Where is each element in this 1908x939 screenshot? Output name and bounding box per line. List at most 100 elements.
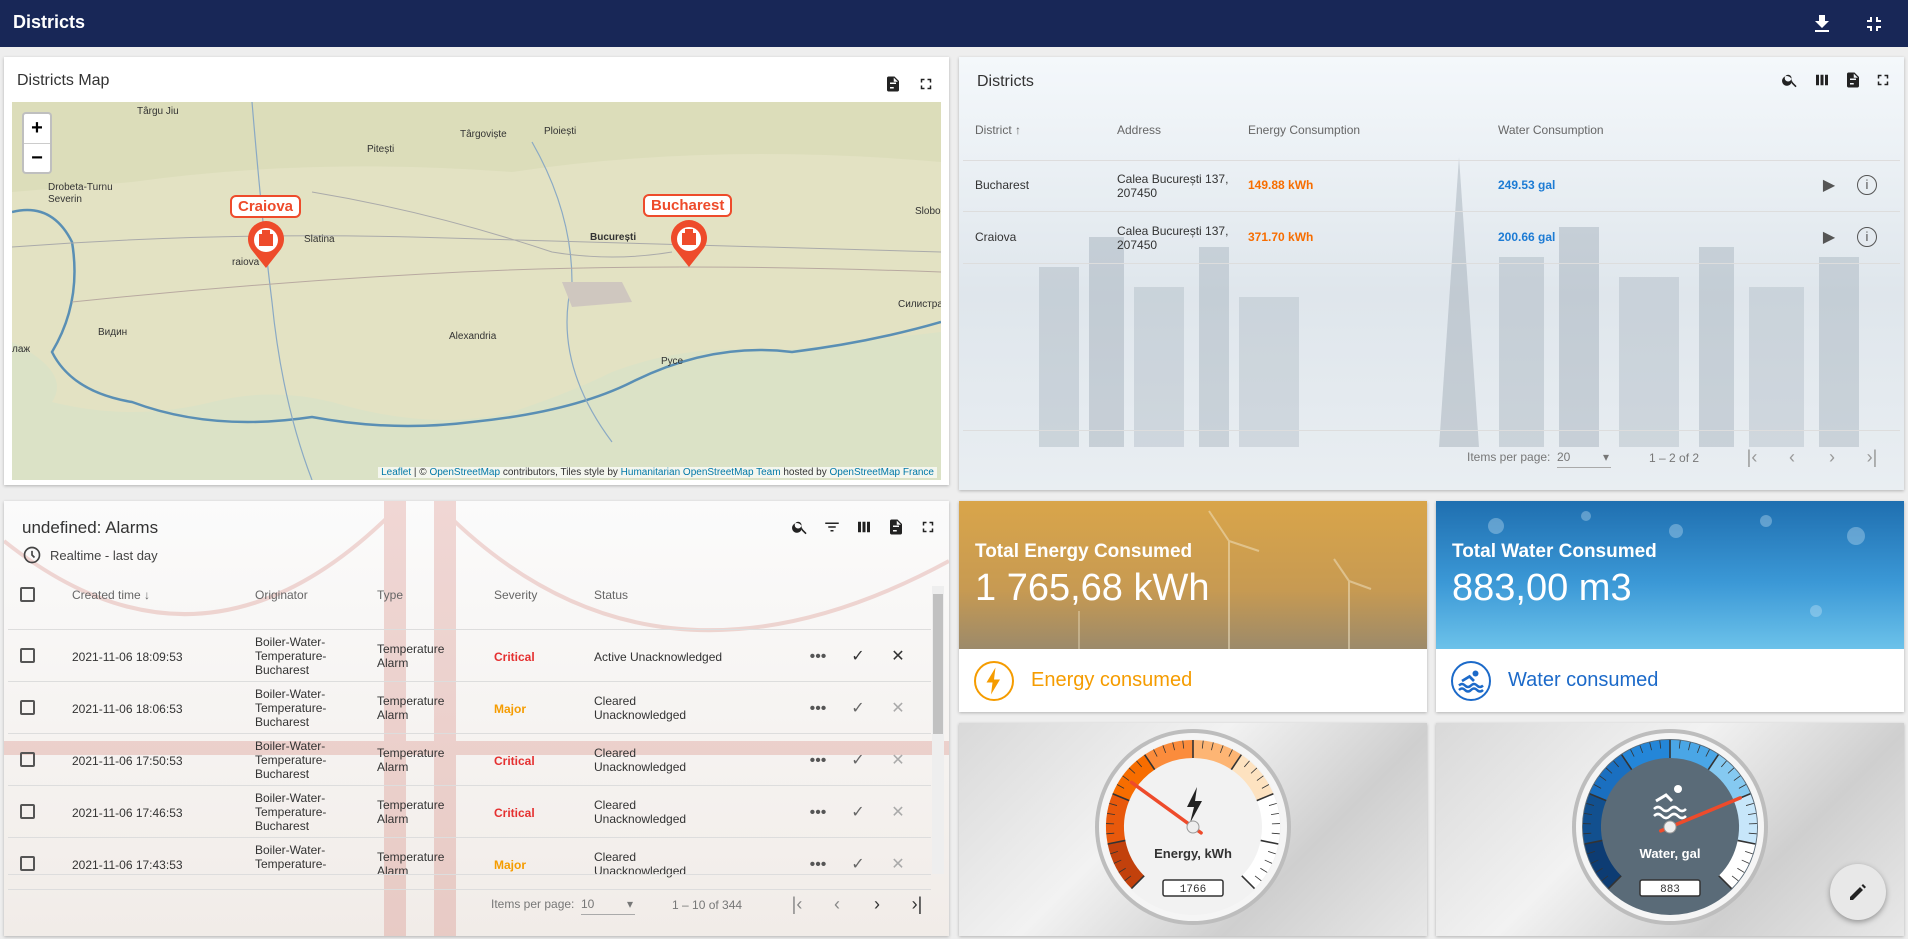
type-line: Alarm bbox=[377, 656, 409, 670]
clear-close-icon[interactable]: ✕ bbox=[887, 750, 909, 772]
info-icon[interactable]: i bbox=[1857, 175, 1877, 195]
more-details-icon[interactable]: ••• bbox=[807, 750, 829, 772]
fullscreen-icon[interactable] bbox=[919, 518, 939, 538]
search-icon[interactable] bbox=[1781, 71, 1801, 91]
originator-line: Boiler-Water- bbox=[255, 791, 326, 805]
marker-label-bucharest[interactable]: Bucharest bbox=[643, 194, 733, 217]
gauge-label: Water, gal bbox=[1640, 846, 1701, 861]
clock-icon bbox=[22, 545, 42, 570]
acknowledge-check-icon[interactable]: ✓ bbox=[847, 646, 869, 668]
row-checkbox[interactable] bbox=[20, 648, 35, 663]
column-header-district[interactable]: District ↑ bbox=[975, 123, 1021, 137]
more-details-icon[interactable]: ••• bbox=[807, 698, 829, 720]
row-checkbox[interactable] bbox=[20, 856, 35, 871]
skyline-background bbox=[1039, 157, 1859, 447]
download-icon[interactable] bbox=[1810, 12, 1834, 36]
items-per-page-value: 20 bbox=[1557, 450, 1571, 464]
export-icon[interactable] bbox=[884, 75, 904, 95]
water-card-footer: Water consumed bbox=[1436, 649, 1904, 712]
severity-badge: Critical bbox=[494, 754, 535, 768]
info-icon[interactable]: i bbox=[1857, 227, 1877, 247]
energy-card-banner: Total Energy Consumed 1 765,68 kWh bbox=[959, 501, 1427, 649]
columns-icon[interactable] bbox=[855, 518, 875, 538]
zoom-out-button[interactable]: − bbox=[24, 143, 50, 172]
column-header-address[interactable]: Address bbox=[1117, 123, 1161, 137]
gauge-band bbox=[1733, 793, 1757, 844]
fullscreen-icon[interactable] bbox=[1874, 71, 1894, 91]
export-icon[interactable] bbox=[1844, 71, 1864, 91]
clear-close-icon[interactable]: ✕ bbox=[887, 854, 909, 876]
severity-badge: Critical bbox=[494, 650, 535, 664]
export-icon[interactable] bbox=[887, 518, 907, 538]
more-details-icon[interactable]: ••• bbox=[807, 802, 829, 824]
gauge-band bbox=[1583, 793, 1607, 844]
search-icon[interactable] bbox=[791, 518, 811, 538]
divider bbox=[8, 733, 931, 734]
acknowledge-check-icon[interactable]: ✓ bbox=[847, 854, 869, 876]
acknowledge-check-icon[interactable]: ✓ bbox=[847, 802, 869, 824]
map-canvas[interactable]: + − Târgu Jiu Târgoviște Ploiești Piteșt… bbox=[12, 102, 941, 480]
map-pin-icon[interactable] bbox=[668, 220, 710, 273]
column-header-created[interactable]: Created time ↓ bbox=[72, 588, 150, 602]
alarms-scrollbar[interactable] bbox=[932, 586, 944, 874]
row-checkbox[interactable] bbox=[20, 752, 35, 767]
edit-button[interactable] bbox=[1830, 864, 1886, 920]
timewindow-label[interactable]: Realtime - last day bbox=[50, 548, 158, 563]
map-pin-icon[interactable] bbox=[245, 221, 287, 274]
columns-icon[interactable] bbox=[1813, 71, 1833, 91]
severity-badge: Major bbox=[494, 858, 527, 872]
column-header-severity[interactable]: Severity bbox=[494, 588, 537, 602]
acknowledge-check-icon[interactable]: ✓ bbox=[847, 698, 869, 720]
row-checkbox[interactable] bbox=[20, 804, 35, 819]
exit-fullscreen-icon[interactable] bbox=[1862, 12, 1886, 36]
next-page-icon[interactable]: › bbox=[1821, 446, 1843, 468]
play-icon[interactable]: ▶ bbox=[1818, 175, 1840, 197]
clear-close-icon[interactable]: ✕ bbox=[887, 802, 909, 824]
osm-link[interactable]: OpenStreetMap bbox=[429, 467, 500, 478]
alarm-time: 2021-11-06 18:06:53 bbox=[72, 702, 183, 716]
attribution-text: hosted by bbox=[780, 467, 830, 478]
column-header-energy[interactable]: Energy Consumption bbox=[1248, 123, 1360, 137]
select-all-checkbox[interactable] bbox=[20, 587, 35, 602]
gauge-label: Energy, kWh bbox=[1154, 846, 1232, 861]
marker-label-craiova[interactable]: Craiova bbox=[230, 195, 302, 218]
column-header-status[interactable]: Status bbox=[594, 588, 628, 602]
column-header-originator[interactable]: Originator bbox=[255, 588, 308, 602]
status-line: Unacknowledged bbox=[594, 708, 687, 722]
more-details-icon[interactable]: ••• bbox=[807, 854, 829, 876]
zoom-controls: + − bbox=[22, 112, 52, 174]
hot-link[interactable]: Humanitarian OpenStreetMap Team bbox=[621, 467, 781, 478]
zoom-in-button[interactable]: + bbox=[24, 114, 50, 143]
column-header-type[interactable]: Type bbox=[377, 588, 403, 602]
items-per-page-select[interactable]: 20 ▾ bbox=[1557, 450, 1611, 468]
last-page-icon[interactable]: ›| bbox=[906, 893, 928, 915]
filter-icon[interactable] bbox=[823, 518, 843, 538]
status-line: Unacknowledged bbox=[594, 760, 687, 774]
items-per-page-select[interactable]: 10 ▾ bbox=[581, 897, 635, 915]
play-icon[interactable]: ▶ bbox=[1818, 227, 1840, 249]
address-line: Calea București 137, bbox=[1117, 224, 1229, 238]
scrollbar-thumb[interactable] bbox=[933, 594, 943, 734]
previous-page-icon[interactable]: ‹ bbox=[1781, 446, 1803, 468]
row-checkbox[interactable] bbox=[20, 700, 35, 715]
attribution-text: contributors, Tiles style by bbox=[500, 467, 621, 478]
more-details-icon[interactable]: ••• bbox=[807, 646, 829, 668]
divider bbox=[8, 874, 931, 875]
gauge-readout: 1766 bbox=[1180, 884, 1206, 896]
next-page-icon[interactable]: › bbox=[866, 893, 888, 915]
first-page-icon[interactable]: |‹ bbox=[786, 893, 808, 915]
previous-page-icon[interactable]: ‹ bbox=[826, 893, 848, 915]
leaflet-link[interactable]: Leaflet bbox=[381, 467, 411, 478]
clear-close-icon[interactable]: ✕ bbox=[887, 646, 909, 668]
osmfr-link[interactable]: OpenStreetMap France bbox=[830, 467, 935, 478]
map-place: Târgu Jiu bbox=[137, 106, 179, 117]
map-place: Ploiești bbox=[544, 126, 577, 137]
last-page-icon[interactable]: ›| bbox=[1861, 446, 1883, 468]
originator-line: Temperature- bbox=[255, 753, 327, 767]
fullscreen-icon[interactable] bbox=[917, 75, 937, 95]
clear-close-icon[interactable]: ✕ bbox=[887, 698, 909, 720]
column-header-water[interactable]: Water Consumption bbox=[1498, 123, 1604, 137]
acknowledge-check-icon[interactable]: ✓ bbox=[847, 750, 869, 772]
first-page-icon[interactable]: |‹ bbox=[1741, 446, 1763, 468]
districts-table-widget: Districts District ↑ Address Energy Cons… bbox=[959, 57, 1904, 490]
